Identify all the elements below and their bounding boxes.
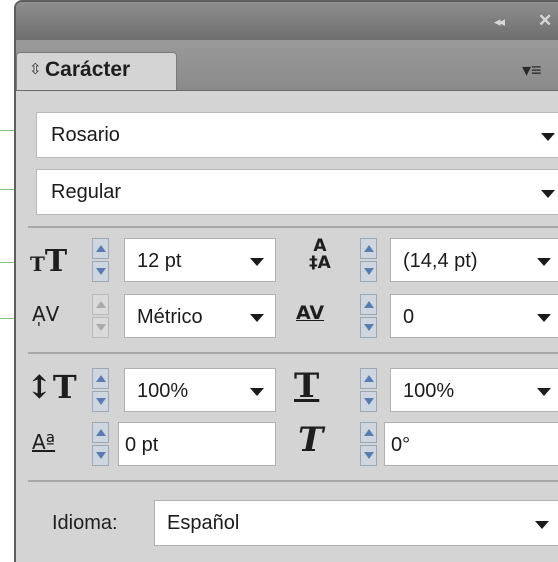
chevron-down-icon[interactable] [250, 314, 264, 322]
close-icon[interactable]: ✕ [538, 11, 552, 31]
chevron-down-icon[interactable] [250, 388, 264, 396]
font-style-value: Regular [51, 181, 122, 203]
stepper-down-button[interactable] [92, 261, 109, 282]
vertical-scale-value: 100% [137, 380, 189, 402]
stepper-up-button[interactable] [360, 294, 377, 315]
baseline-shift-stepper[interactable] [92, 422, 109, 466]
stepper-up-button[interactable] [92, 238, 109, 259]
chevron-down-icon[interactable] [537, 258, 551, 266]
horizontal-scale-stepper[interactable] [360, 368, 377, 412]
stepper-down-button [92, 317, 109, 338]
character-panel: ◂◂ ✕ ⇳ Carácter ▾≡ Rosario Regular TT 12… [14, 0, 558, 562]
panel-titlebar[interactable]: ◂◂ ✕ [16, 2, 558, 40]
vertical-scale-icon: ↕T [26, 368, 77, 406]
sort-arrows-icon: ⇳ [29, 61, 42, 78]
font-style-dropdown[interactable]: Regular [36, 169, 558, 215]
separator [28, 226, 558, 228]
kerning-stepper [92, 294, 109, 338]
stepper-up-button [92, 294, 109, 315]
kerning-icon: A̩V [32, 302, 60, 326]
font-size-field[interactable]: 12 pt [124, 238, 276, 282]
baseline-shift-icon: Aª [32, 430, 56, 454]
stepper-down-button[interactable] [92, 445, 109, 466]
vertical-scale-field[interactable]: 100% [124, 368, 276, 412]
kerning-field[interactable]: Métrico [124, 294, 276, 338]
leading-field[interactable]: (14,4 pt) [390, 238, 558, 282]
language-dropdown[interactable]: Español [154, 500, 558, 546]
tab-character[interactable]: ⇳ Carácter [16, 52, 177, 90]
rotation-stepper[interactable] [360, 422, 377, 466]
tab-strip: ⇳ Carácter ▾≡ [16, 40, 558, 91]
stepper-up-button[interactable] [92, 368, 109, 389]
character-rotation-icon: T [298, 420, 324, 460]
chevron-down-icon[interactable] [541, 133, 555, 141]
stepper-down-button[interactable] [360, 445, 377, 466]
rotation-value: 0° [391, 434, 411, 456]
vertical-scale-stepper[interactable] [92, 368, 109, 412]
font-family-dropdown[interactable]: Rosario [36, 112, 558, 158]
leading-icon: A ‡A [309, 236, 331, 273]
baseline-shift-value: 0 pt [125, 434, 159, 456]
stepper-down-button[interactable] [360, 261, 377, 282]
tracking-field[interactable]: 0 [390, 294, 558, 338]
separator [28, 352, 558, 354]
stepper-up-button[interactable] [360, 422, 377, 443]
tracking-icon: AV [296, 302, 325, 324]
font-family-value: Rosario [51, 124, 120, 146]
tracking-value: 0 [403, 306, 415, 328]
horizontal-scale-field[interactable]: 100% [390, 368, 558, 412]
horizontal-scale-value: 100% [403, 380, 455, 402]
stepper-up-button[interactable] [360, 238, 377, 259]
tracking-stepper[interactable] [360, 294, 377, 338]
panel-menu-icon[interactable]: ▾≡ [522, 60, 542, 81]
font-size-icon: TT [30, 244, 68, 279]
font-size-stepper[interactable] [92, 238, 109, 282]
language-label: Idioma: [52, 512, 118, 534]
leading-value: (14,4 pt) [403, 250, 478, 272]
chevron-down-icon[interactable] [250, 258, 264, 266]
chevron-down-icon[interactable] [537, 314, 551, 322]
chevron-down-icon[interactable] [537, 388, 551, 396]
stepper-down-button[interactable] [92, 391, 109, 412]
stepper-up-button[interactable] [92, 422, 109, 443]
baseline-shift-field[interactable]: 0 pt [118, 422, 276, 466]
horizontal-scale-icon: T [294, 366, 320, 406]
font-size-value: 12 pt [137, 250, 182, 272]
tab-label: Carácter [45, 58, 131, 81]
collapse-icon[interactable]: ◂◂ [494, 14, 505, 30]
chevron-down-icon[interactable] [541, 190, 555, 198]
kerning-value: Métrico [137, 306, 203, 328]
stepper-down-button[interactable] [360, 317, 377, 338]
separator [28, 480, 558, 482]
chevron-down-icon[interactable] [535, 521, 549, 529]
stepper-down-button[interactable] [360, 391, 377, 412]
stepper-up-button[interactable] [360, 368, 377, 389]
rotation-field[interactable]: 0° [384, 422, 558, 466]
leading-stepper[interactable] [360, 238, 377, 282]
language-value: Español [167, 512, 240, 534]
